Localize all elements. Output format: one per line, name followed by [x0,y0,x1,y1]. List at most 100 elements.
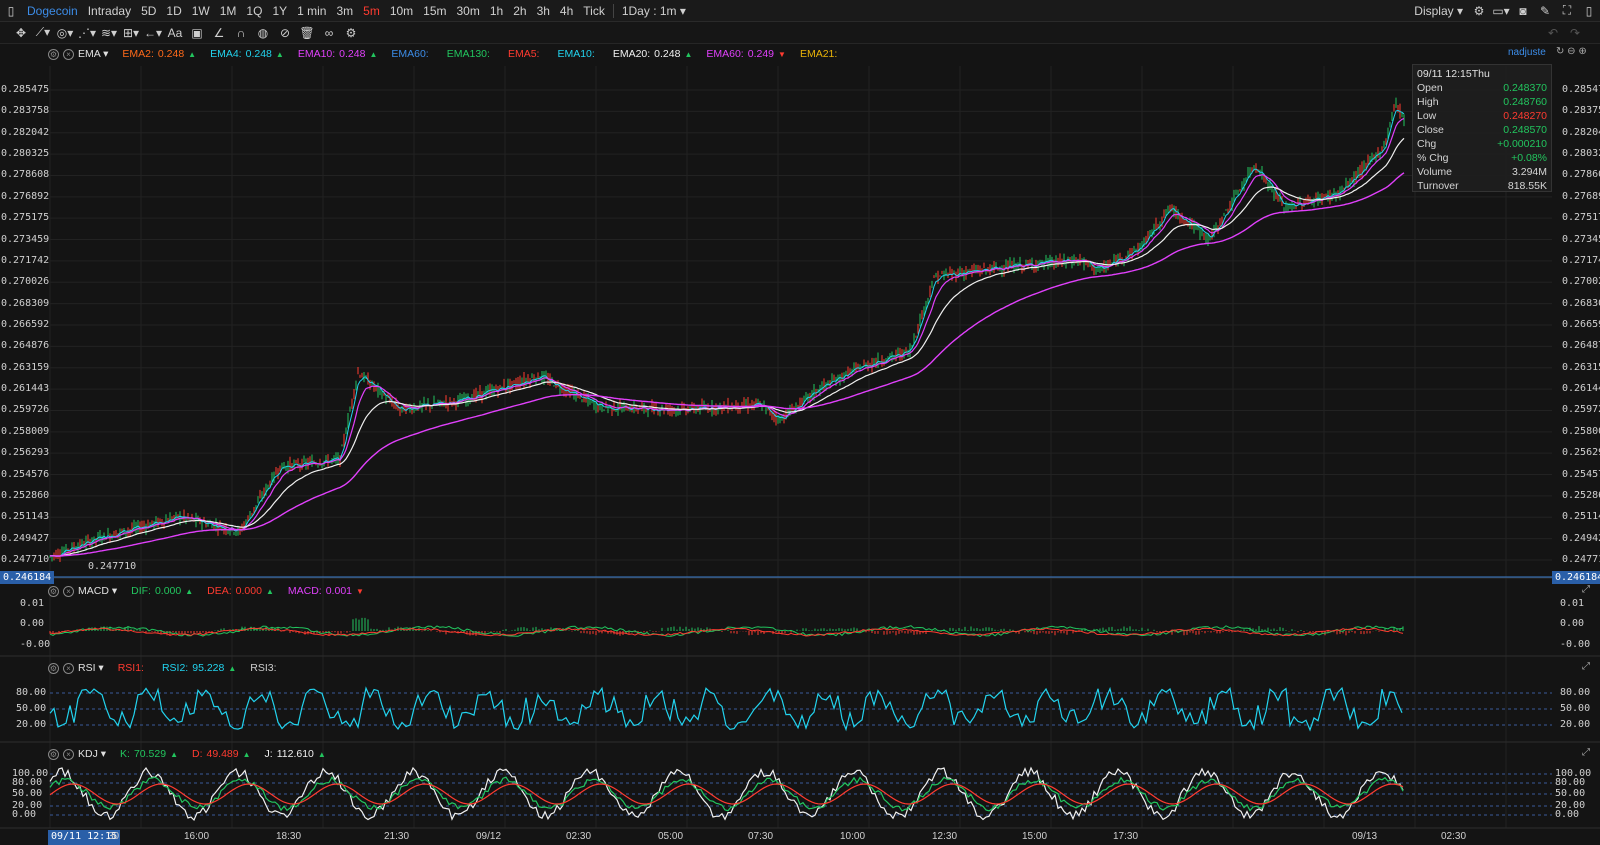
rsi-settings-icon[interactable]: ⚙ [48,662,59,674]
price-axis-label-left: 0.256293 [1,447,50,459]
time-axis-label: 30 [108,831,120,842]
tooltip-value: 0.248760 [1503,96,1547,108]
time-axis-label: 21:30 [384,831,410,842]
ema20-line [50,137,1405,557]
expand-rsi-icon[interactable]: ⤢ [1582,661,1590,672]
price-axis-label-left: 0.268309 [1,297,50,309]
current-price-tag-right: 0.246184 [1552,571,1600,584]
time-axis-label: 17:30 [1113,831,1139,842]
macd-legend-label: MACD: [287,585,322,597]
rsi-axis-label-right: 50.00 [1560,703,1591,714]
kdj-axis-label-left: 0.00 [12,809,37,820]
price-axis-label-right: 0.268309 [1562,297,1600,309]
macd-close-icon[interactable]: × [63,585,74,597]
kdj-d-line [49,783,1404,805]
tooltip-row-turnover: Turnover 818.55K [1417,179,1547,193]
price-axis-label-right: 0.278608 [1562,169,1600,181]
tooltip-row-high: High 0.248760 [1417,95,1547,109]
time-axis-label: 05:00 [658,831,684,842]
arrow-up-icon: ▲ [265,586,274,596]
ema-panel-controls[interactable]: ↻ ⊖ ⊕ [1556,46,1587,57]
price-axis-label-left: 0.270026 [1,276,50,288]
price-axis-label-right: 0.271742 [1562,254,1600,266]
tooltip-rows: Open 0.248370 High 0.248760 Low 0.248270 Close… [1417,81,1547,193]
price-axis-label-right: 0.249427 [1562,532,1600,544]
ema-legend-value: 0.248 [245,48,272,60]
tooltip-date: 09/11 12:15Thu [1417,68,1490,80]
ema-indicator-name[interactable]: EMA ▾ [78,48,108,60]
kdj-legend-label: D: [192,748,203,760]
tooltip-value: +0.08% [1511,152,1547,164]
macd-settings-icon[interactable]: ⚙ [48,585,59,597]
kdj-legend: ⚙ × KDJ ▾ K: 70.529 ▲ D: 49.489 ▲ J: 112.610 ▲ [48,746,340,762]
macd-dif-line [49,625,1404,638]
price-axis-label-right: 0.275175 [1562,212,1600,224]
rsi-indicator-name[interactable]: RSI ▾ [78,662,104,674]
macd-axis-label-right: 0.01 [1560,598,1585,609]
ema-legend-value: 0.248 [654,48,681,60]
tooltip-value: 0.248570 [1503,124,1547,136]
tooltip-value: 818.55K [1507,180,1547,192]
rsi-close-icon[interactable]: × [63,662,74,674]
kdj-axis-label-left: 50.00 [12,788,43,799]
ema-legend-value: 0.249 [747,48,775,60]
price-axis-label-right: 0.259726 [1562,404,1600,416]
ema-settings-icon[interactable]: ⚙ [48,48,59,60]
macd-axis-label-left: 0.01 [20,598,45,609]
kdj-axis-label-right: 50.00 [1555,788,1586,799]
ema-legend-label: EMA60: [391,48,429,60]
price-axis-label-left: 0.263159 [1,361,50,373]
time-axis-label: 18:30 [276,831,302,842]
price-axis-label-left: 0.251143 [1,511,50,523]
macd-legend-label: DIF: [131,585,151,597]
price-axis-label-left: 0.261443 [1,383,50,395]
price-axis-label-right: 0.263159 [1562,361,1600,373]
current-price-tag-left: 0.246184 [0,571,55,584]
ohlc-tooltip: 09/11 12:15Thu Open 0.248370 High 0.248760 L… [1412,64,1552,192]
macd-indicator-name[interactable]: MACD ▾ [78,585,117,597]
tooltip-value: +0.000210 [1497,138,1547,150]
arrow-up-icon: ▲ [188,49,197,59]
ema-close-icon[interactable]: × [63,48,74,60]
price-axis-label-right: 0.266592 [1562,319,1600,330]
price-axis-label-left: 0.278608 [1,169,50,181]
rsi2-line [49,686,1403,732]
expand-macd-icon[interactable]: ⤢ [1582,584,1590,595]
tooltip-label: % Chg [1417,152,1449,164]
kdj-settings-icon[interactable]: ⚙ [48,748,59,760]
kdj-indicator-name[interactable]: KDJ ▾ [78,748,106,760]
ema4-line [49,109,1405,557]
kdj-axis-label-right: 0.00 [1555,809,1580,820]
tooltip-row-chg: % Chg +0.08% [1417,151,1547,165]
ema-legend-label: EMA5: [507,48,540,60]
adjust-label[interactable]: nadjuste [1508,47,1546,58]
price-axis-label-right: 0.251143 [1562,511,1600,523]
price-axis-label-right: 0.280325 [1562,148,1600,160]
ema10-line [50,118,1405,557]
macd-dea-line [49,627,1404,637]
tooltip-label: Volume [1417,166,1453,178]
arrow-up-icon: ▲ [317,749,326,759]
macd-legend: ⚙ × MACD ▾ DIF: 0.000 ▲ DEA: 0.000 ▲ MACD: 0.001 ▼ [48,583,378,599]
tooltip-row-open: Open 0.248370 [1417,81,1547,95]
tooltip-row-volume: Volume 3.294M [1417,165,1547,179]
arrow-up-icon: ▲ [228,663,237,673]
tooltip-label: High [1417,96,1439,108]
tooltip-label: Turnover [1417,180,1459,192]
macd-axis-label-left: -0.00 [20,639,51,650]
time-axis-label: 09/13 [1352,831,1378,842]
price-axis-label-right: 0.256293 [1562,447,1600,459]
kdj-legend-value: 70.529 [133,748,167,760]
ema-legend: ⚙ × EMA ▾ EMA2: 0.248 ▲ EMA4: 0.248 ▲ EMA10: 0.248… [48,46,855,62]
tooltip-row-chg: Chg +0.000210 [1417,137,1547,151]
time-axis-label: 07:30 [748,831,774,842]
price-axis-label-left: 0.254576 [1,468,50,480]
chart-canvas[interactable] [0,0,1600,845]
expand-kdj-icon[interactable]: ⤢ [1582,747,1590,758]
kdj-close-icon[interactable]: × [63,748,74,760]
rsi-axis-label-left: 80.00 [16,687,47,698]
tooltip-row-close: Close 0.248570 [1417,123,1547,137]
ema-legend-label: EMA10: [557,48,595,60]
time-axis-label: 02:30 [566,831,592,842]
macd-legend-value: 0.000 [235,585,262,597]
